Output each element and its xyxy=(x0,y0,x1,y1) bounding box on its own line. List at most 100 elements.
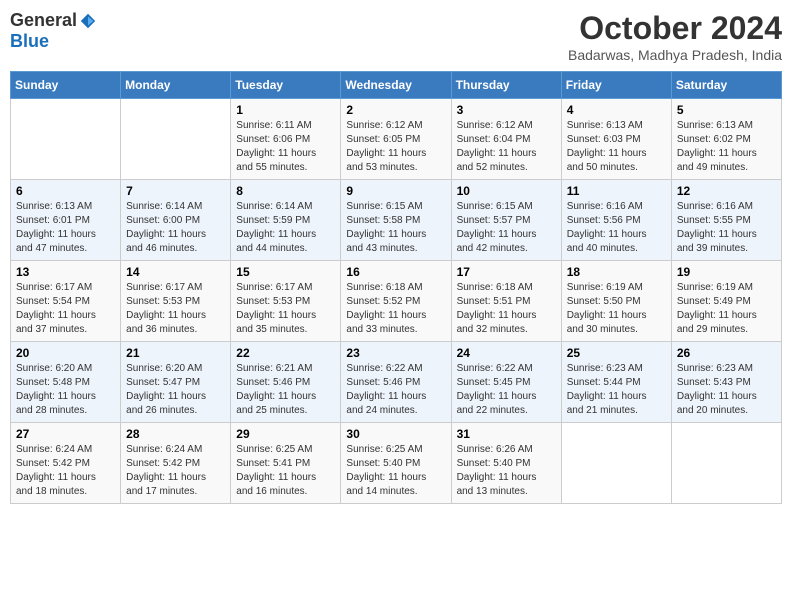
day-number: 15 xyxy=(236,265,335,279)
day-content: Sunrise: 6:21 AMSunset: 5:46 PMDaylight:… xyxy=(236,362,335,418)
calendar-cell: 29Sunrise: 6:25 AMSunset: 5:41 PMDayligh… xyxy=(231,423,341,504)
day-number: 4 xyxy=(567,103,666,117)
day-number: 11 xyxy=(567,184,666,198)
calendar-cell: 7 Sunrise: 6:14 AMSunset: 6:00 PMDaylight… xyxy=(121,180,231,261)
calendar-table: SundayMondayTuesdayWednesdayThursdayFrid… xyxy=(10,71,782,504)
calendar-cell: 2Sunrise: 6:12 AMSunset: 6:05 PMDaylight… xyxy=(341,99,451,180)
day-content: Sunrise: 6:13 AMSunset: 6:03 PMDaylight:… xyxy=(567,119,666,175)
day-number: 8 xyxy=(236,184,335,198)
calendar-cell: 18 Sunrise: 6:19 AMSunset: 5:50 PMDayligh… xyxy=(561,261,671,342)
calendar-cell: 9Sunrise: 6:15 AMSunset: 5:58 PMDaylight… xyxy=(341,180,451,261)
location: Badarwas, Madhya Pradesh, India xyxy=(568,47,782,63)
day-content: Sunrise: 6:18 AMSunset: 5:52 PMDaylight:… xyxy=(346,281,445,337)
calendar-cell: 10Sunrise: 6:15 AMSunset: 5:57 PMDayligh… xyxy=(451,180,561,261)
day-number: 12 xyxy=(677,184,776,198)
calendar-cell: 4 Sunrise: 6:13 AMSunset: 6:03 PMDaylight… xyxy=(561,99,671,180)
calendar-week-row: 1 Sunrise: 6:11 AMSunset: 6:06 PMDaylight… xyxy=(11,99,782,180)
day-content: Sunrise: 6:25 AMSunset: 5:40 PMDaylight:… xyxy=(346,443,445,499)
day-number: 13 xyxy=(16,265,115,279)
day-content: Sunrise: 6:17 AMSunset: 5:53 PMDaylight:… xyxy=(126,281,225,337)
calendar-cell: 17 Sunrise: 6:18 AMSunset: 5:51 PMDayligh… xyxy=(451,261,561,342)
day-number: 28 xyxy=(126,427,225,441)
weekday-header: Wednesday xyxy=(341,72,451,99)
logo-general-text: General xyxy=(10,10,77,31)
calendar-cell: 30 Sunrise: 6:25 AMSunset: 5:40 PMDayligh… xyxy=(341,423,451,504)
calendar-cell: 3 Sunrise: 6:12 AMSunset: 6:04 PMDaylight… xyxy=(451,99,561,180)
calendar-header-row: SundayMondayTuesdayWednesdayThursdayFrid… xyxy=(11,72,782,99)
day-content: Sunrise: 6:19 AMSunset: 5:49 PMDaylight:… xyxy=(677,281,776,337)
day-number: 7 xyxy=(126,184,225,198)
day-content: Sunrise: 6:14 AMSunset: 5:59 PMDaylight:… xyxy=(236,200,335,256)
calendar-cell: 5 Sunrise: 6:13 AMSunset: 6:02 PMDaylight… xyxy=(671,99,781,180)
calendar-cell: 21 Sunrise: 6:20 AMSunset: 5:47 PMDayligh… xyxy=(121,342,231,423)
day-content: Sunrise: 6:20 AMSunset: 5:47 PMDaylight:… xyxy=(126,362,225,418)
day-number: 31 xyxy=(457,427,556,441)
day-content: Sunrise: 6:11 AMSunset: 6:06 PMDaylight:… xyxy=(236,119,335,175)
day-content: Sunrise: 6:18 AMSunset: 5:51 PMDaylight:… xyxy=(457,281,556,337)
day-number: 20 xyxy=(16,346,115,360)
calendar-cell: 28 Sunrise: 6:24 AMSunset: 5:42 PMDayligh… xyxy=(121,423,231,504)
calendar-cell: 16Sunrise: 6:18 AMSunset: 5:52 PMDayligh… xyxy=(341,261,451,342)
day-content: Sunrise: 6:22 AMSunset: 5:46 PMDaylight:… xyxy=(346,362,445,418)
day-number: 3 xyxy=(457,103,556,117)
calendar-week-row: 27 Sunrise: 6:24 AMSunset: 5:42 PMDayligh… xyxy=(11,423,782,504)
calendar-week-row: 20Sunrise: 6:20 AMSunset: 5:48 PMDayligh… xyxy=(11,342,782,423)
day-content: Sunrise: 6:16 AMSunset: 5:55 PMDaylight:… xyxy=(677,200,776,256)
day-number: 29 xyxy=(236,427,335,441)
day-number: 5 xyxy=(677,103,776,117)
day-content: Sunrise: 6:17 AMSunset: 5:53 PMDaylight:… xyxy=(236,281,335,337)
calendar-cell: 6 Sunrise: 6:13 AMSunset: 6:01 PMDaylight… xyxy=(11,180,121,261)
day-content: Sunrise: 6:12 AMSunset: 6:04 PMDaylight:… xyxy=(457,119,556,175)
day-number: 30 xyxy=(346,427,445,441)
day-content: Sunrise: 6:23 AMSunset: 5:44 PMDaylight:… xyxy=(567,362,666,418)
day-number: 17 xyxy=(457,265,556,279)
day-content: Sunrise: 6:19 AMSunset: 5:50 PMDaylight:… xyxy=(567,281,666,337)
calendar-cell xyxy=(671,423,781,504)
calendar-cell: 11 Sunrise: 6:16 AMSunset: 5:56 PMDayligh… xyxy=(561,180,671,261)
day-number: 19 xyxy=(677,265,776,279)
day-number: 23 xyxy=(346,346,445,360)
logo-blue-text: Blue xyxy=(10,31,49,51)
day-content: Sunrise: 6:13 AMSunset: 6:01 PMDaylight:… xyxy=(16,200,115,256)
day-number: 1 xyxy=(236,103,335,117)
day-content: Sunrise: 6:13 AMSunset: 6:02 PMDaylight:… xyxy=(677,119,776,175)
day-number: 6 xyxy=(16,184,115,198)
calendar-cell: 25 Sunrise: 6:23 AMSunset: 5:44 PMDayligh… xyxy=(561,342,671,423)
day-number: 27 xyxy=(16,427,115,441)
day-content: Sunrise: 6:15 AMSunset: 5:57 PMDaylight:… xyxy=(457,200,556,256)
title-block: October 2024 Badarwas, Madhya Pradesh, I… xyxy=(568,10,782,63)
day-content: Sunrise: 6:12 AMSunset: 6:05 PMDaylight:… xyxy=(346,119,445,175)
day-number: 21 xyxy=(126,346,225,360)
calendar-cell: 8 Sunrise: 6:14 AMSunset: 5:59 PMDaylight… xyxy=(231,180,341,261)
day-number: 14 xyxy=(126,265,225,279)
day-number: 25 xyxy=(567,346,666,360)
weekday-header: Sunday xyxy=(11,72,121,99)
day-content: Sunrise: 6:14 AMSunset: 6:00 PMDaylight:… xyxy=(126,200,225,256)
month-title: October 2024 xyxy=(568,10,782,47)
calendar-cell: 13Sunrise: 6:17 AMSunset: 5:54 PMDayligh… xyxy=(11,261,121,342)
day-number: 9 xyxy=(346,184,445,198)
page-header: General Blue October 2024 Badarwas, Madh… xyxy=(10,10,782,63)
calendar-cell xyxy=(561,423,671,504)
day-content: Sunrise: 6:16 AMSunset: 5:56 PMDaylight:… xyxy=(567,200,666,256)
calendar-cell: 23 Sunrise: 6:22 AMSunset: 5:46 PMDayligh… xyxy=(341,342,451,423)
day-number: 18 xyxy=(567,265,666,279)
day-content: Sunrise: 6:24 AMSunset: 5:42 PMDaylight:… xyxy=(16,443,115,499)
day-content: Sunrise: 6:24 AMSunset: 5:42 PMDaylight:… xyxy=(126,443,225,499)
weekday-header: Saturday xyxy=(671,72,781,99)
calendar-week-row: 13Sunrise: 6:17 AMSunset: 5:54 PMDayligh… xyxy=(11,261,782,342)
day-number: 24 xyxy=(457,346,556,360)
calendar-cell: 15 Sunrise: 6:17 AMSunset: 5:53 PMDayligh… xyxy=(231,261,341,342)
calendar-cell xyxy=(11,99,121,180)
calendar-cell: 19 Sunrise: 6:19 AMSunset: 5:49 PMDayligh… xyxy=(671,261,781,342)
day-number: 22 xyxy=(236,346,335,360)
calendar-cell xyxy=(121,99,231,180)
calendar-week-row: 6 Sunrise: 6:13 AMSunset: 6:01 PMDaylight… xyxy=(11,180,782,261)
calendar-cell: 12 Sunrise: 6:16 AMSunset: 5:55 PMDayligh… xyxy=(671,180,781,261)
weekday-header: Thursday xyxy=(451,72,561,99)
day-content: Sunrise: 6:22 AMSunset: 5:45 PMDaylight:… xyxy=(457,362,556,418)
day-number: 26 xyxy=(677,346,776,360)
day-content: Sunrise: 6:26 AMSunset: 5:40 PMDaylight:… xyxy=(457,443,556,499)
weekday-header: Friday xyxy=(561,72,671,99)
logo-icon xyxy=(79,12,97,30)
